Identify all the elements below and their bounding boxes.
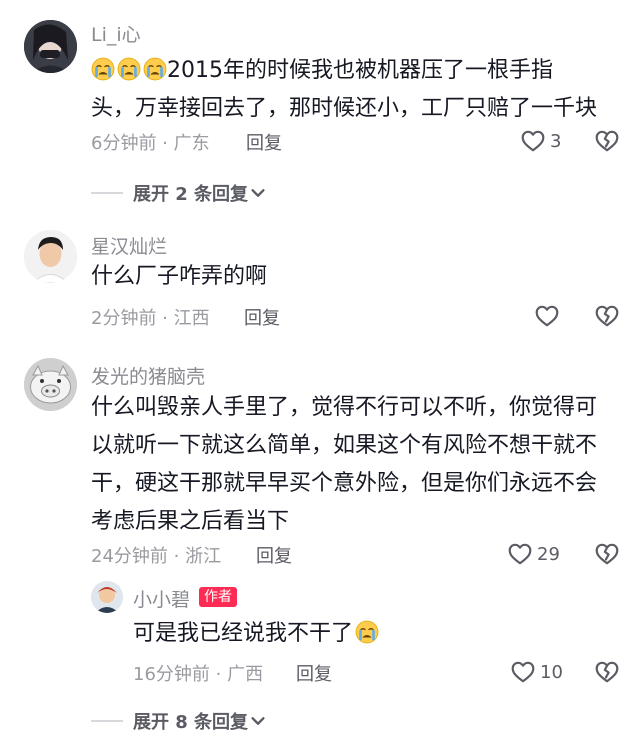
crying-face-icon (353, 621, 379, 646)
comment-username[interactable]: 发光的猪脑壳 (91, 362, 205, 389)
like-button[interactable] (534, 303, 560, 329)
dislike-button[interactable] (594, 303, 620, 329)
comment-time-location: 24分钟前 · 浙江 (91, 546, 222, 567)
broken-heart-icon (594, 128, 620, 154)
comment-item: Li_i心 2015年的时候我也被机器压了一根手指 头，万幸接回去了，那时候还小… (0, 0, 640, 215)
comment-text-line: 以就听一下就这么简单，如果这个有风险不想干就不 (91, 433, 598, 458)
comment-text-line: 头，万幸接回去了，那时候还小，工厂只赔了一千块 (91, 96, 598, 121)
comment-text-line: 什么叫毁亲人手里了，觉得不行可以不听，你觉得可 (91, 395, 598, 420)
like-count: 29 (537, 543, 560, 565)
like-button[interactable]: 10 (510, 659, 563, 685)
avatar-image (24, 230, 77, 283)
reply-button[interactable]: 回复 (296, 660, 332, 686)
comment-time-location: 2分钟前 · 江西 (91, 308, 210, 329)
crying-face-icon (91, 58, 115, 83)
reply-text-content: 可是我已经说我不干了 (133, 621, 354, 646)
comment-item: 发光的猪脑壳 什么叫毁亲人手里了，觉得不行可以不听，你觉得可 以就听一下就这么简… (0, 345, 640, 743)
divider (91, 720, 123, 722)
reply-button[interactable]: 回复 (244, 304, 280, 330)
heart-icon (507, 541, 533, 567)
like-count: 10 (540, 661, 563, 683)
chevron-down-icon (250, 713, 266, 729)
broken-heart-icon (594, 303, 620, 329)
comment-text: 什么厂子咋弄的啊 (91, 264, 268, 289)
reply-button[interactable]: 回复 (246, 129, 282, 155)
reply-username[interactable]: 小小碧 (133, 585, 190, 612)
reply-text: 可是我已经说我不干了 (133, 615, 379, 653)
comment-text: 2015年的时候我也被机器压了一根手指 头，万幸接回去了，那时候还小，工厂只赔了… (91, 52, 631, 128)
avatar-image (24, 20, 77, 73)
comment-username[interactable]: Li_i心 (91, 20, 141, 47)
comment-username[interactable]: 星汉灿烂 (91, 232, 167, 259)
crying-face-icon (141, 58, 167, 83)
heart-icon (534, 303, 560, 329)
dislike-button[interactable] (594, 541, 620, 567)
heart-icon (510, 659, 536, 685)
avatar-image (91, 581, 123, 613)
broken-heart-icon (594, 659, 620, 685)
comment-text-line: 2015年的时候我也被机器压了一根手指 (167, 58, 553, 83)
comment-text-line: 干，硬这干那就早早买个意外险，但是你们永远不会 (91, 471, 598, 496)
author-badge: 作者 (199, 587, 237, 607)
expand-replies-label: 展开 8 条回复 (133, 712, 249, 733)
avatar[interactable] (24, 230, 77, 283)
broken-heart-icon (594, 541, 620, 567)
avatar[interactable] (24, 358, 77, 411)
avatar-image (24, 358, 77, 411)
like-button[interactable]: 3 (520, 128, 561, 154)
comment-time-location: 6分钟前 · 广东 (91, 133, 210, 154)
comment-text-line: 考虑后果之后看当下 (91, 509, 290, 534)
dislike-button[interactable] (594, 128, 620, 154)
reply-time-location: 16分钟前 · 广西 (133, 664, 264, 685)
chevron-down-icon (250, 185, 266, 201)
reply-button[interactable]: 回复 (256, 542, 292, 568)
reply-item: 小小碧 作者 可是我已经说我不干了 16分钟前 · 广西 回复 10 (0, 578, 640, 688)
like-button[interactable]: 29 (507, 541, 560, 567)
comment-text: 什么叫毁亲人手里了，觉得不行可以不听，你觉得可 以就听一下就这么简单，如果这个有… (91, 389, 631, 541)
avatar[interactable] (24, 20, 77, 73)
expand-replies-button[interactable]: 展开 2 条回复 (91, 180, 266, 206)
crying-face-icon (115, 58, 141, 83)
expand-replies-label: 展开 2 条回复 (133, 184, 249, 205)
comment-item: 星汉灿烂 什么厂子咋弄的啊 2分钟前 · 江西 回复 (0, 215, 640, 345)
like-count: 3 (550, 130, 562, 152)
heart-icon (520, 128, 546, 154)
divider (91, 192, 123, 194)
expand-replies-button[interactable]: 展开 8 条回复 (91, 708, 266, 734)
dislike-button[interactable] (594, 659, 620, 685)
avatar[interactable] (91, 581, 123, 613)
